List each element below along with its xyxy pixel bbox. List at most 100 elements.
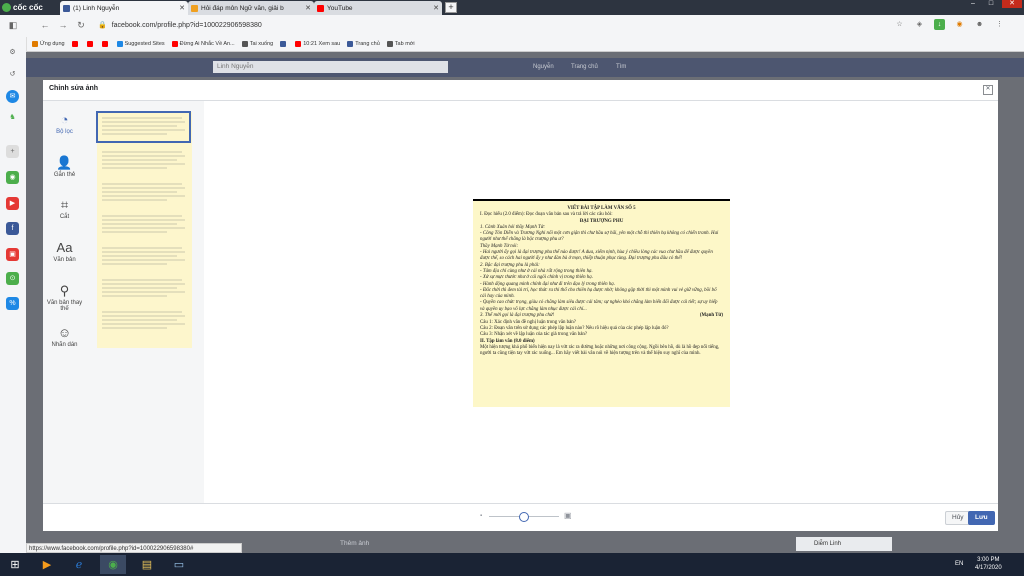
close-window-button[interactable]: ✕ xyxy=(1002,0,1022,8)
close-dialog-button[interactable]: ✕ xyxy=(983,85,993,95)
sticker-icon: ☺ xyxy=(57,325,72,340)
tool-filter[interactable]: ◔ Bộ lọc xyxy=(43,112,86,136)
messenger-icon[interactable]: ✉ xyxy=(6,90,19,103)
facebook-search-input[interactable]: Linh Nguyễn xyxy=(213,61,448,73)
zoom-in-icon[interactable]: ▣ xyxy=(564,511,572,520)
tag-person-icon: 👤 xyxy=(56,155,73,170)
bookmark-item[interactable] xyxy=(101,41,110,47)
sidebar-toggle-icon[interactable]: ◧ xyxy=(6,18,20,32)
new-tab-button[interactable]: + xyxy=(445,2,457,13)
tool-text[interactable]: Aa Văn bản xyxy=(43,240,86,264)
youtube-icon[interactable]: ▶ xyxy=(6,197,19,210)
star-icon[interactable]: ☆ xyxy=(894,19,905,30)
facebook-header xyxy=(26,58,1024,77)
doc-line: - Quyền cao chức trọng, giàu có chẳng là… xyxy=(480,300,718,312)
close-icon[interactable]: ✕ xyxy=(305,4,311,12)
bookmarks-bar: Ứng dụng Suggested Sites Đừng Ai Nhắc Về… xyxy=(0,37,1024,52)
tab-youtube[interactable]: YouTube ✕ xyxy=(314,1,442,15)
add-icon[interactable]: + xyxy=(6,145,19,158)
apps-icon xyxy=(32,41,38,47)
maximize-button[interactable]: □ xyxy=(984,0,998,8)
bookmark-item[interactable] xyxy=(71,41,80,47)
media-player-icon[interactable]: ▶ xyxy=(34,555,60,574)
facebook-icon[interactable]: f xyxy=(6,222,19,235)
shield-icon[interactable]: ◈ xyxy=(914,19,925,30)
behind-text: Thêm ảnh xyxy=(340,540,370,547)
language-indicator[interactable]: EN xyxy=(955,561,963,567)
dialog-title: Chỉnh sửa ảnh xyxy=(49,85,99,92)
tab-facebook[interactable]: (1) Linh Nguyễn ✕ xyxy=(60,1,188,15)
nav-profile[interactable]: Nguyễn xyxy=(533,61,554,73)
extension-icon[interactable]: ◉ xyxy=(954,19,965,30)
coccoc-taskbar-icon[interactable]: ◉ xyxy=(100,555,126,574)
doc-line: - Công Tôn Diễn và Trương Nghi nổi một c… xyxy=(480,231,719,243)
doc-line: - Hai người ấy gọi là đại trượng phu thế… xyxy=(480,250,713,262)
tool-tag[interactable]: 👤 Gắn thẻ xyxy=(43,155,86,179)
bookmark-item[interactable]: Tab mới xyxy=(386,41,415,47)
shop-icon[interactable]: ▣ xyxy=(6,248,19,261)
save-button[interactable]: Lưu xyxy=(968,511,995,525)
thumbnail-lines xyxy=(102,117,185,329)
game-icon[interactable]: ♞ xyxy=(6,111,19,124)
nav-home[interactable]: Trang chủ xyxy=(571,61,598,73)
zoom-out-icon[interactable]: ▪ xyxy=(480,513,482,519)
facebook-icon xyxy=(280,41,287,47)
ie-icon[interactable]: ℯ xyxy=(66,555,92,574)
window-icon[interactable]: ▭ xyxy=(166,555,192,574)
filter-thumbnail-strip[interactable] xyxy=(97,112,192,348)
crop-icon: ⌗ xyxy=(60,197,69,212)
tab-hoidap[interactable]: Hỏi đáp môn Ngữ văn, giải b ✕ xyxy=(188,1,314,15)
menu-icon[interactable]: ⋮ xyxy=(994,19,1005,30)
bookmark-item[interactable]: Ứng dụng xyxy=(32,41,65,47)
tool-crop[interactable]: ⌗ Cắt xyxy=(43,197,86,221)
youtube-icon xyxy=(295,41,302,47)
doc-line: - Đắc thời thì đem tài trí, học thức ra … xyxy=(480,287,717,300)
selected-filter-thumbnail[interactable] xyxy=(96,111,191,143)
globe-icon xyxy=(241,41,248,47)
bookmark-item[interactable]: Trang chủ xyxy=(347,41,380,47)
bookmark-item[interactable] xyxy=(86,41,95,47)
folder-icon[interactable]: ▤ xyxy=(134,555,160,574)
globe-icon xyxy=(386,41,393,47)
dialog-header xyxy=(43,80,998,101)
coccoc-icon[interactable]: ◉ xyxy=(6,171,19,184)
bookmark-item[interactable] xyxy=(280,41,288,47)
nav-find[interactable]: Tìm xyxy=(616,61,626,73)
reload-button[interactable]: ↻ xyxy=(74,18,88,32)
start-button[interactable]: ⊞ xyxy=(2,555,28,574)
tool-alt-text[interactable]: ⚲ Văn bản thay thế xyxy=(43,283,86,313)
chat-tab[interactable]: Diễm Linh xyxy=(796,537,892,551)
youtube-icon xyxy=(171,41,178,47)
download-icon[interactable]: ↓ xyxy=(934,19,945,30)
bookmark-item[interactable]: 10:21 Xem sau xyxy=(295,41,340,47)
forward-button[interactable]: → xyxy=(56,18,70,32)
history-icon[interactable]: ↺ xyxy=(6,68,19,81)
browser-logo[interactable]: cốc cốc xyxy=(2,2,43,13)
back-button[interactable]: ← xyxy=(38,18,52,32)
zoom-slider-handle[interactable] xyxy=(519,512,529,522)
bookmark-item[interactable]: Đừng Ai Nhắc Về An... xyxy=(171,41,235,47)
map-icon[interactable]: ⊙ xyxy=(6,272,19,285)
youtube-icon xyxy=(71,41,78,47)
lock-icon: 🔒 xyxy=(98,22,107,29)
coccoc-icon xyxy=(2,3,11,12)
tool-sticker[interactable]: ☺ Nhãn dán xyxy=(43,325,86,349)
url-input[interactable]: 🔒 facebook.com/profile.php?id=10002290659… xyxy=(98,18,948,34)
search-icon: ⚲ xyxy=(59,283,70,298)
youtube-icon xyxy=(101,41,108,47)
status-bar-url: https://www.facebook.com/profile.php?id=… xyxy=(26,543,242,553)
minimize-button[interactable]: – xyxy=(966,0,980,8)
profile-icon[interactable]: ☻ xyxy=(974,19,985,30)
youtube-icon xyxy=(317,4,324,12)
settings-icon[interactable]: ⚙ xyxy=(6,46,19,59)
deal-icon[interactable]: % xyxy=(6,297,19,310)
close-icon[interactable]: ✕ xyxy=(179,4,185,12)
bookmark-item[interactable]: Suggested Sites xyxy=(116,41,165,47)
bookmark-item[interactable]: Tai xuống xyxy=(241,41,273,47)
filter-icon: ◔ xyxy=(60,112,69,127)
cancel-button[interactable]: Hủy xyxy=(945,511,971,525)
text-icon: Aa xyxy=(56,240,73,255)
system-clock[interactable]: 3:00 PM 4/17/2020 xyxy=(975,556,1002,572)
address-actions: ☆ ◈ ↓ ◉ ☻ ⋮ xyxy=(894,19,1005,30)
close-icon[interactable]: ✕ xyxy=(433,4,439,12)
